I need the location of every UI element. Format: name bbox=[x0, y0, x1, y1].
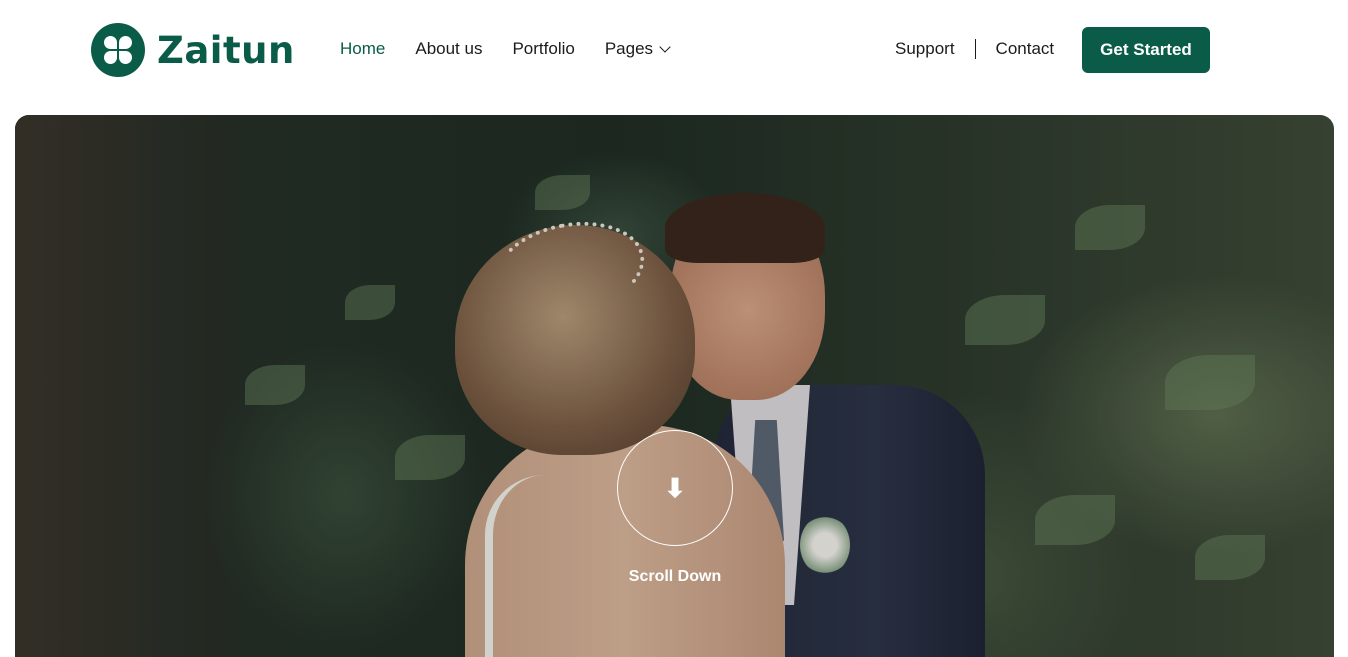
scroll-down-button[interactable]: ⬇ Scroll Down bbox=[617, 430, 733, 586]
arrow-down-icon: ⬇ bbox=[664, 473, 686, 503]
nav-item-pages[interactable]: Pages bbox=[604, 38, 671, 60]
nav-item-about[interactable]: About us bbox=[415, 38, 482, 60]
nav-item-home[interactable]: Home bbox=[340, 38, 385, 60]
nav-item-portfolio[interactable]: Portfolio bbox=[512, 38, 574, 60]
brand-name: Zaitun bbox=[157, 28, 295, 72]
scroll-down-label: Scroll Down bbox=[628, 568, 722, 585]
nav-divider bbox=[974, 39, 976, 59]
chevron-down-icon bbox=[659, 40, 671, 53]
scroll-circle[interactable]: ⬇ bbox=[617, 430, 733, 546]
site-logo[interactable]: Zaitun bbox=[91, 23, 295, 77]
nav-item-pages-label: Pages bbox=[604, 39, 654, 58]
hero-image: ⬇ Scroll Down bbox=[15, 115, 1334, 657]
main-nav: Home About us Portfolio Pages bbox=[340, 38, 671, 60]
clover-icon bbox=[91, 23, 145, 77]
site-header: Zaitun Home About us Portfolio Pages Sup… bbox=[0, 0, 1348, 100]
support-link[interactable]: Support bbox=[895, 38, 955, 60]
secondary-nav: Support Contact bbox=[895, 38, 1054, 60]
get-started-button[interactable]: Get Started bbox=[1082, 27, 1210, 73]
contact-link[interactable]: Contact bbox=[996, 38, 1055, 60]
